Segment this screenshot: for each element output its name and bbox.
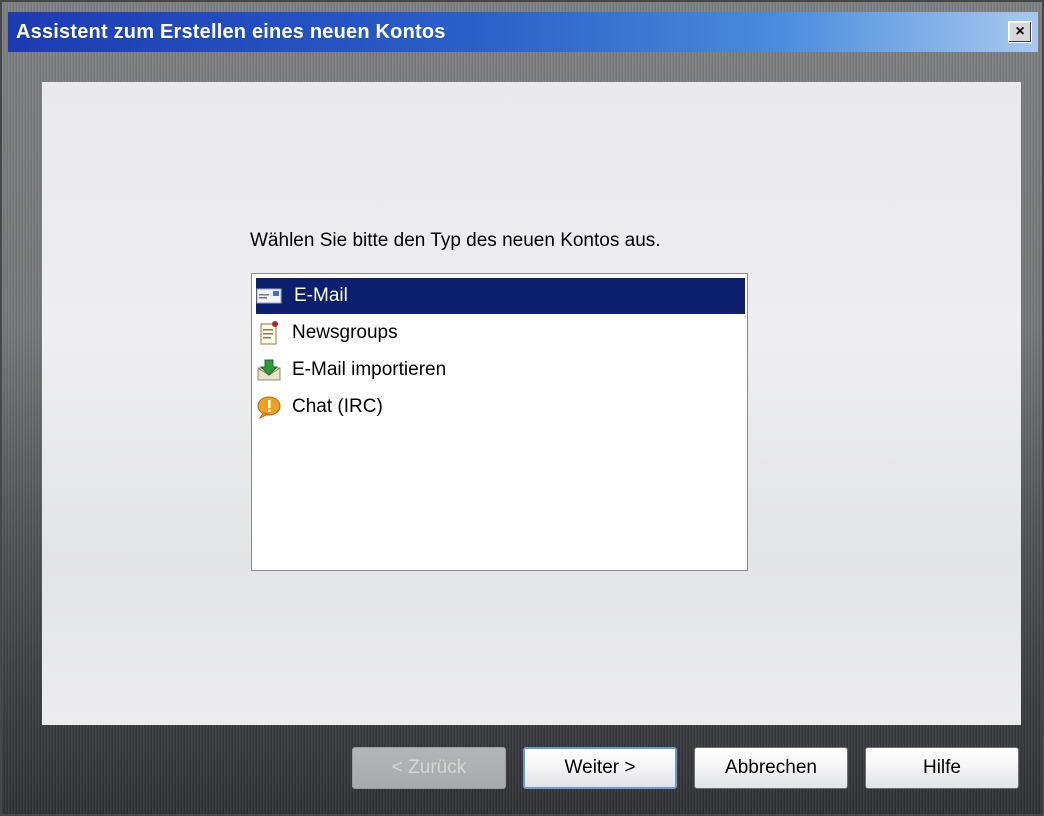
help-button[interactable]: Hilfe bbox=[865, 747, 1019, 789]
list-item-label: Chat (IRC) bbox=[292, 396, 383, 417]
account-type-list[interactable]: E-Mail Newsgroups E-Mail importieren Cha… bbox=[251, 273, 748, 571]
close-button[interactable]: × bbox=[1008, 21, 1032, 43]
title-bar[interactable]: Assistent zum Erstellen eines neuen Kont… bbox=[8, 12, 1038, 52]
email-icon bbox=[256, 283, 282, 309]
window-title: Assistent zum Erstellen eines neuen Kont… bbox=[16, 20, 446, 43]
back-button[interactable]: < Zurück bbox=[352, 747, 506, 789]
cancel-button[interactable]: Abbrechen bbox=[694, 747, 848, 789]
list-item-label: E-Mail bbox=[292, 284, 350, 308]
list-item-import[interactable]: E-Mail importieren bbox=[256, 352, 745, 388]
list-item-label: E-Mail importieren bbox=[292, 359, 447, 380]
newsgroups-icon bbox=[256, 320, 282, 346]
list-item-chat[interactable]: Chat (IRC) bbox=[256, 389, 745, 425]
close-icon: × bbox=[1015, 23, 1025, 40]
account-type-prompt: Wählen Sie bitte den Typ des neuen Konto… bbox=[250, 230, 661, 251]
import-icon bbox=[256, 357, 282, 383]
next-button[interactable]: Weiter > bbox=[523, 747, 677, 789]
list-item-email[interactable]: E-Mail bbox=[256, 278, 745, 314]
chat-icon bbox=[256, 394, 282, 420]
list-item-newsgroups[interactable]: Newsgroups bbox=[256, 315, 745, 351]
wizard-window: Assistent zum Erstellen eines neuen Kont… bbox=[0, 0, 1044, 816]
list-item-label: Newsgroups bbox=[292, 322, 398, 343]
